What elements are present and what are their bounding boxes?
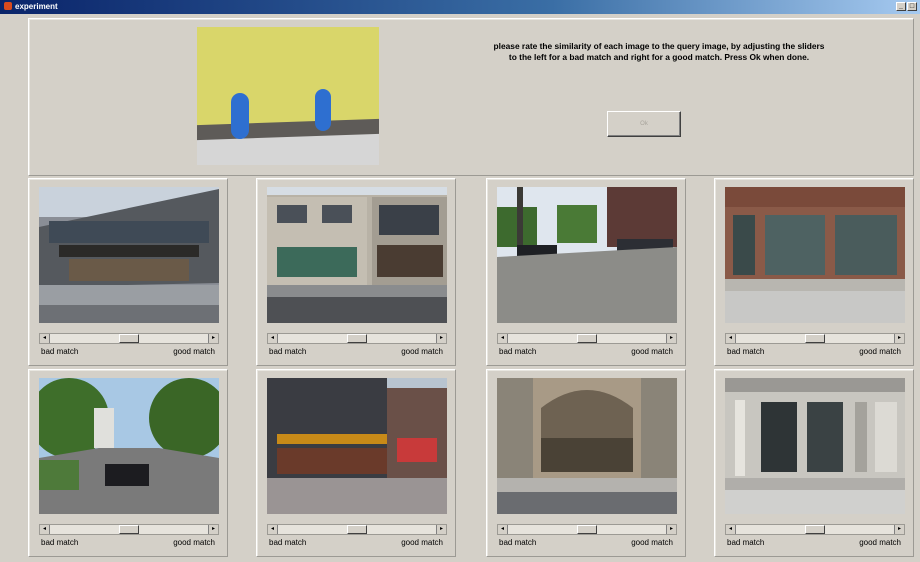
rating-slider[interactable]: ◂ ▸ [725, 524, 905, 535]
minimize-button[interactable]: _ [896, 2, 906, 11]
slider-thumb[interactable] [347, 525, 367, 534]
window-title: experiment [15, 2, 58, 11]
office-building-photo-icon [725, 378, 905, 514]
app-icon [4, 2, 12, 10]
tree-lined-street-photo-icon [39, 378, 219, 514]
slider-thumb[interactable] [119, 525, 139, 534]
good-match-label: good match [631, 538, 673, 547]
bad-match-label: bad match [727, 538, 765, 547]
bad-match-label: bad match [41, 538, 79, 547]
slider-left-arrow[interactable]: ◂ [268, 334, 278, 343]
slider-left-arrow[interactable]: ◂ [40, 334, 50, 343]
slider-left-arrow[interactable]: ◂ [498, 525, 508, 534]
good-match-label: good match [173, 538, 215, 547]
rating-slider[interactable]: ◂ ▸ [267, 333, 447, 344]
rating-slider[interactable]: ◂ ▸ [39, 524, 219, 535]
street-building-photo-icon [267, 187, 447, 323]
arch-facade-photo-icon [497, 378, 677, 514]
rating-slider[interactable]: ◂ ▸ [725, 333, 905, 344]
rating-slider[interactable]: ◂ ▸ [497, 524, 677, 535]
slider-right-arrow[interactable]: ▸ [208, 525, 218, 534]
slider-thumb[interactable] [577, 334, 597, 343]
slider-left-arrow[interactable]: ◂ [726, 334, 736, 343]
maximize-button[interactable]: □ [907, 2, 917, 11]
title-bar: experiment _ □ [0, 0, 920, 14]
rating-slider[interactable]: ◂ ▸ [497, 333, 677, 344]
ok-button[interactable]: Ok [607, 111, 681, 137]
slider-thumb[interactable] [119, 334, 139, 343]
bad-match-label: bad match [727, 347, 765, 356]
query-blob-left [231, 93, 249, 139]
image-card-6: ◂ ▸ bad match good match [256, 369, 456, 557]
corner-store-photo-icon [267, 378, 447, 514]
street-building-photo-icon [39, 187, 219, 323]
slider-right-arrow[interactable]: ▸ [666, 334, 676, 343]
slider-right-arrow[interactable]: ▸ [436, 334, 446, 343]
bad-match-label: bad match [499, 347, 537, 356]
brick-building-photo-icon [725, 187, 905, 323]
bad-match-label: bad match [269, 347, 307, 356]
slider-left-arrow[interactable]: ◂ [726, 525, 736, 534]
slider-left-arrow[interactable]: ◂ [40, 525, 50, 534]
slider-left-arrow[interactable]: ◂ [268, 525, 278, 534]
bad-match-label: bad match [41, 347, 79, 356]
query-blob-right [315, 89, 331, 131]
slider-thumb[interactable] [577, 525, 597, 534]
good-match-label: good match [401, 347, 443, 356]
good-match-label: good match [859, 538, 901, 547]
good-match-label: good match [631, 347, 673, 356]
slider-thumb[interactable] [805, 525, 825, 534]
good-match-label: good match [401, 538, 443, 547]
image-card-5: ◂ ▸ bad match good match [28, 369, 228, 557]
slider-right-arrow[interactable]: ▸ [666, 525, 676, 534]
slider-thumb[interactable] [805, 334, 825, 343]
slider-right-arrow[interactable]: ▸ [436, 525, 446, 534]
main-content: please rate the similarity of each image… [8, 14, 918, 560]
image-card-1: ◂ ▸ bad match good match [28, 178, 228, 366]
rating-slider[interactable]: ◂ ▸ [267, 524, 447, 535]
slider-right-arrow[interactable]: ▸ [894, 525, 904, 534]
image-card-7: ◂ ▸ bad match good match [486, 369, 686, 557]
image-card-2: ◂ ▸ bad match good match [256, 178, 456, 366]
image-card-8: ◂ ▸ bad match good match [714, 369, 914, 557]
bad-match-label: bad match [499, 538, 537, 547]
slider-thumb[interactable] [347, 334, 367, 343]
rating-slider[interactable]: ◂ ▸ [39, 333, 219, 344]
instructions-text: please rate the similarity of each image… [493, 41, 825, 62]
window-controls: _ □ [896, 2, 917, 11]
slider-right-arrow[interactable]: ▸ [208, 334, 218, 343]
image-card-3: ◂ ▸ bad match good match [486, 178, 686, 366]
image-card-4: ◂ ▸ bad match good match [714, 178, 914, 366]
slider-right-arrow[interactable]: ▸ [894, 334, 904, 343]
query-panel: please rate the similarity of each image… [28, 18, 914, 176]
query-image [197, 27, 379, 165]
slider-left-arrow[interactable]: ◂ [498, 334, 508, 343]
good-match-label: good match [173, 347, 215, 356]
good-match-label: good match [859, 347, 901, 356]
cobblestone-street-photo-icon [497, 187, 677, 323]
bad-match-label: bad match [269, 538, 307, 547]
